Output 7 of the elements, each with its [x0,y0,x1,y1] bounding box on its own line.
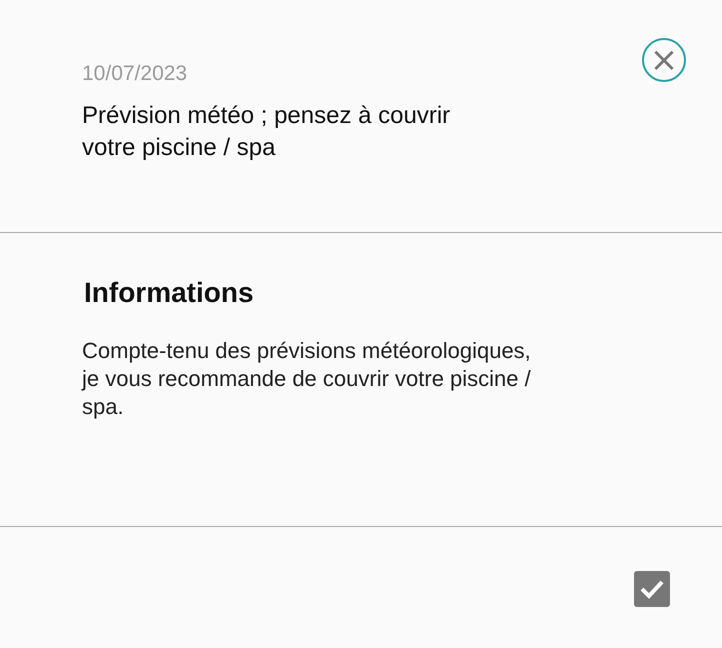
checkbox[interactable] [634,571,670,607]
section-heading: Informations [84,277,255,309]
notification-title: Prévision météo ; pensez à couvrir votre piscine / spa [82,101,452,163]
close-button[interactable]: × [642,38,686,82]
notification-date: 10/07/2023 [82,62,188,86]
info-text: Compte-tenu des prévisions météorologiques, je vous recommande de couvrir votre piscine / spa. [82,337,532,421]
check-icon [639,578,665,600]
